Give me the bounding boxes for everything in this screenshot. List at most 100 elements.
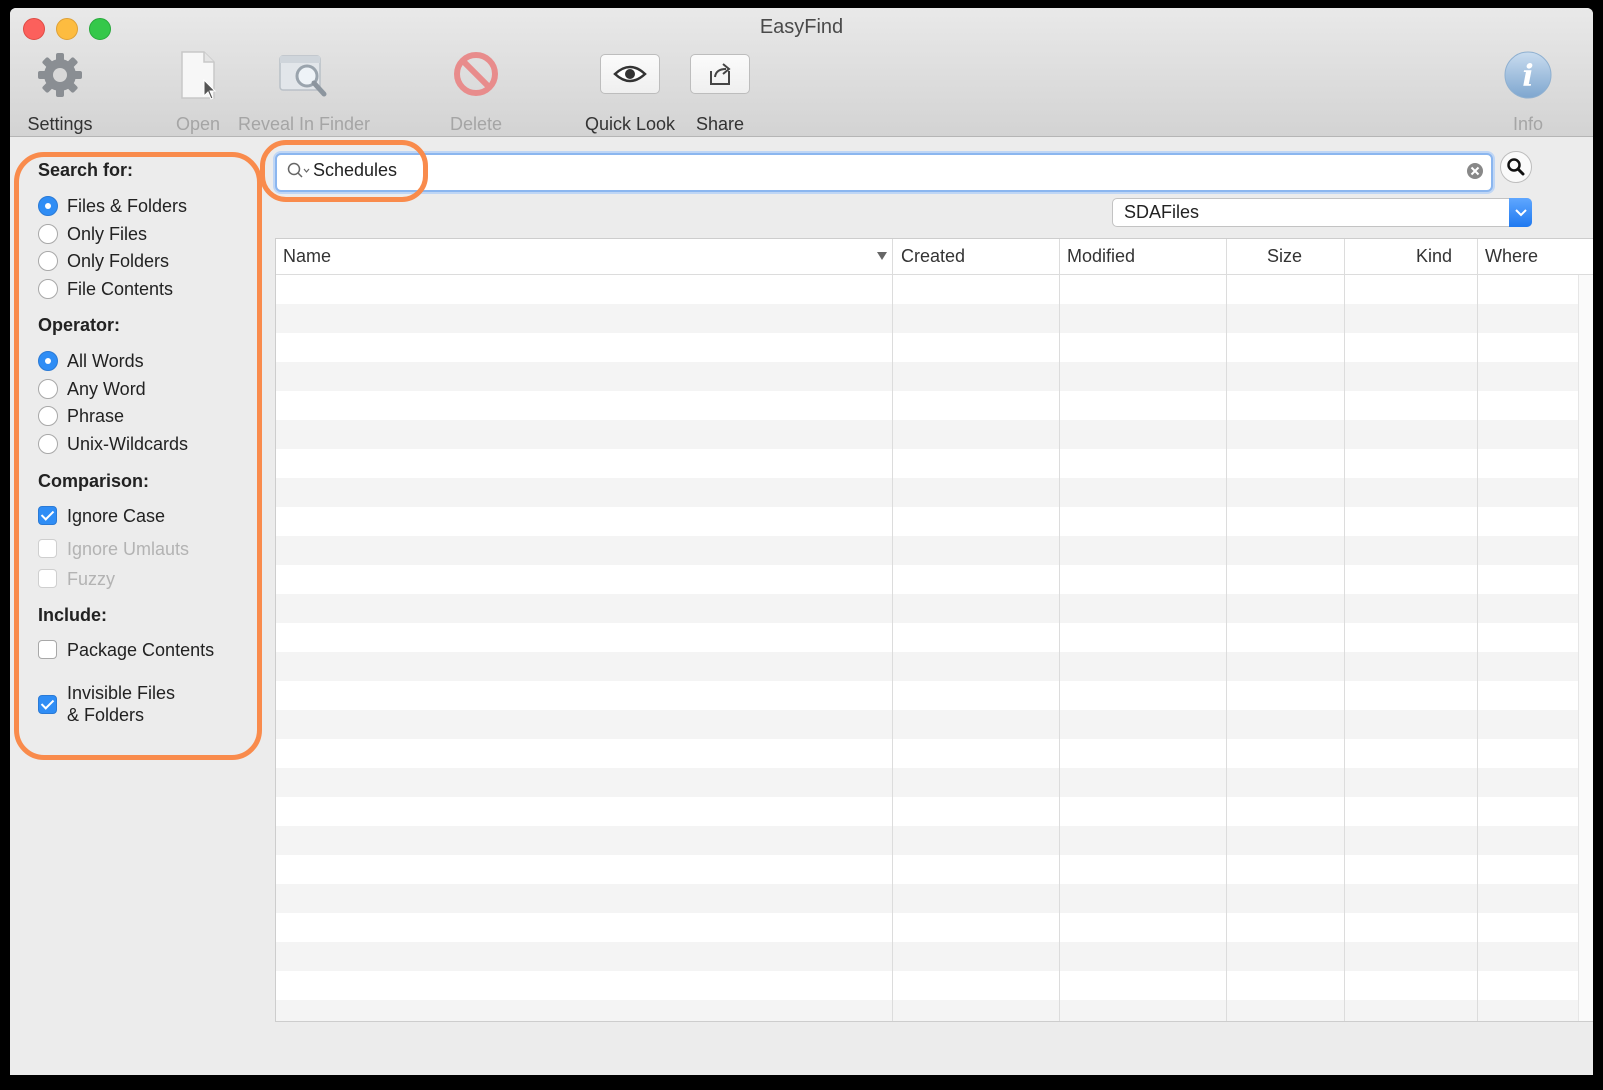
radio-icon (38, 434, 58, 454)
table-row[interactable] (276, 333, 1593, 362)
table-row[interactable] (276, 826, 1593, 855)
settings-label: Settings (27, 114, 93, 134)
table-header: Name Created Modified Size Kind Where (276, 239, 1593, 275)
share-button[interactable]: Share (690, 50, 750, 140)
table-row[interactable] (276, 1000, 1593, 1021)
radio-phrase[interactable]: Phrase (38, 406, 124, 427)
location-dropdown[interactable]: SDAFiles (1112, 198, 1532, 227)
table-row[interactable] (276, 507, 1593, 536)
checkbox-invisible-files[interactable]: Invisible Files & Folders (38, 682, 175, 726)
table-row[interactable] (276, 594, 1593, 623)
table-row[interactable] (276, 768, 1593, 797)
table-row[interactable] (276, 536, 1593, 565)
clear-search-icon[interactable] (1466, 162, 1484, 180)
radio-only-files[interactable]: Only Files (38, 224, 147, 245)
table-row[interactable] (276, 884, 1593, 913)
dropdown-toggle[interactable] (1509, 198, 1532, 227)
quick-look-icon-button[interactable] (600, 54, 660, 94)
column-divider (892, 239, 893, 1021)
magnifier-icon (1507, 158, 1525, 176)
checkbox-ignore-umlauts[interactable]: Ignore Umlauts (38, 539, 189, 560)
table-row[interactable] (276, 652, 1593, 681)
info-label: Info (1512, 114, 1544, 134)
table-row[interactable] (276, 623, 1593, 652)
settings-button[interactable]: Settings (27, 50, 93, 140)
radio-file-contents[interactable]: File Contents (38, 279, 173, 300)
toolbar: EasyFind Settings Open Reveal In Finder … (10, 8, 1593, 137)
table-row[interactable] (276, 304, 1593, 333)
include-title: Include: (38, 605, 108, 625)
start-search-button[interactable] (1500, 151, 1532, 183)
chevron-down-icon (1514, 208, 1527, 216)
option-label: All Words (67, 351, 144, 371)
finder-magnifier-icon (279, 55, 327, 97)
column-where[interactable]: Where (1485, 246, 1538, 267)
table-row[interactable] (276, 913, 1593, 942)
eye-icon (613, 65, 647, 83)
results-table[interactable]: Name Created Modified Size Kind Where (275, 238, 1593, 1022)
table-row[interactable] (276, 797, 1593, 826)
checkbox-checked-icon (38, 694, 57, 714)
column-divider (1226, 239, 1227, 1021)
search-for-title: Search for: (38, 160, 134, 180)
document-icon (181, 51, 217, 100)
radio-icon (38, 379, 58, 399)
option-label: Only Folders (67, 251, 170, 271)
delete-label: Delete (449, 114, 503, 134)
search-options-panel: Search for: Files & Folders Only Files O… (10, 136, 265, 1075)
sort-descending-icon[interactable] (876, 251, 888, 261)
table-row[interactable] (276, 565, 1593, 594)
search-input[interactable]: Schedules (275, 153, 1493, 192)
column-divider (1477, 239, 1478, 1021)
table-row[interactable] (276, 710, 1593, 739)
table-row[interactable] (276, 362, 1593, 391)
column-size[interactable]: Size (1267, 246, 1302, 267)
table-row[interactable] (276, 739, 1593, 768)
option-label: Package Contents (67, 640, 215, 660)
info-button[interactable]: i Info (1504, 50, 1552, 140)
share-icon (710, 63, 731, 85)
table-row[interactable] (276, 681, 1593, 710)
delete-button[interactable]: Delete (450, 50, 502, 140)
radio-files-and-folders[interactable]: Files & Folders (38, 196, 187, 217)
radio-all-words[interactable]: All Words (38, 351, 144, 372)
table-row[interactable] (276, 391, 1593, 420)
option-label: Only Files (67, 224, 148, 244)
vertical-scrollbar[interactable] (1578, 275, 1593, 1021)
radio-any-word[interactable]: Any Word (38, 379, 146, 400)
checkbox-package-contents[interactable]: Package Contents (38, 640, 214, 661)
table-row[interactable] (276, 971, 1593, 1000)
easyfind-window: EasyFind Settings Open Reveal In Finder … (10, 8, 1593, 1075)
share-icon-button[interactable] (690, 54, 750, 94)
checkbox-fuzzy[interactable]: Fuzzy (38, 569, 115, 590)
table-row[interactable] (276, 478, 1593, 507)
table-row[interactable] (276, 420, 1593, 449)
column-name[interactable]: Name (283, 246, 331, 267)
column-modified[interactable]: Modified (1067, 246, 1135, 267)
share-label: Share (695, 114, 745, 134)
table-row[interactable] (276, 942, 1593, 971)
column-created[interactable]: Created (901, 246, 965, 267)
column-kind[interactable]: Kind (1416, 246, 1452, 267)
open-label: Open (175, 114, 221, 134)
table-body (276, 275, 1593, 1021)
gear-icon (38, 53, 82, 97)
radio-icon (38, 251, 58, 271)
reveal-in-finder-button[interactable]: Reveal In Finder (238, 50, 370, 140)
option-label: Fuzzy (67, 569, 116, 589)
radio-icon (38, 406, 58, 426)
option-label: Any Word (67, 379, 146, 399)
table-row[interactable] (276, 855, 1593, 884)
radio-selected-icon (38, 351, 58, 371)
radio-unix-wildcards[interactable]: Unix-Wildcards (38, 434, 188, 455)
quick-look-button[interactable]: Quick Look (585, 50, 675, 140)
quick-look-label: Quick Look (584, 114, 676, 134)
open-button[interactable]: Open (175, 50, 221, 140)
table-row[interactable] (276, 275, 1593, 304)
table-row[interactable] (276, 449, 1593, 478)
radio-only-folders[interactable]: Only Folders (38, 251, 169, 272)
option-label: Files & Folders (67, 196, 188, 216)
option-label: Ignore Umlauts (67, 539, 190, 559)
checkbox-ignore-case[interactable]: Ignore Case (38, 506, 165, 527)
option-label: File Contents (67, 279, 174, 299)
